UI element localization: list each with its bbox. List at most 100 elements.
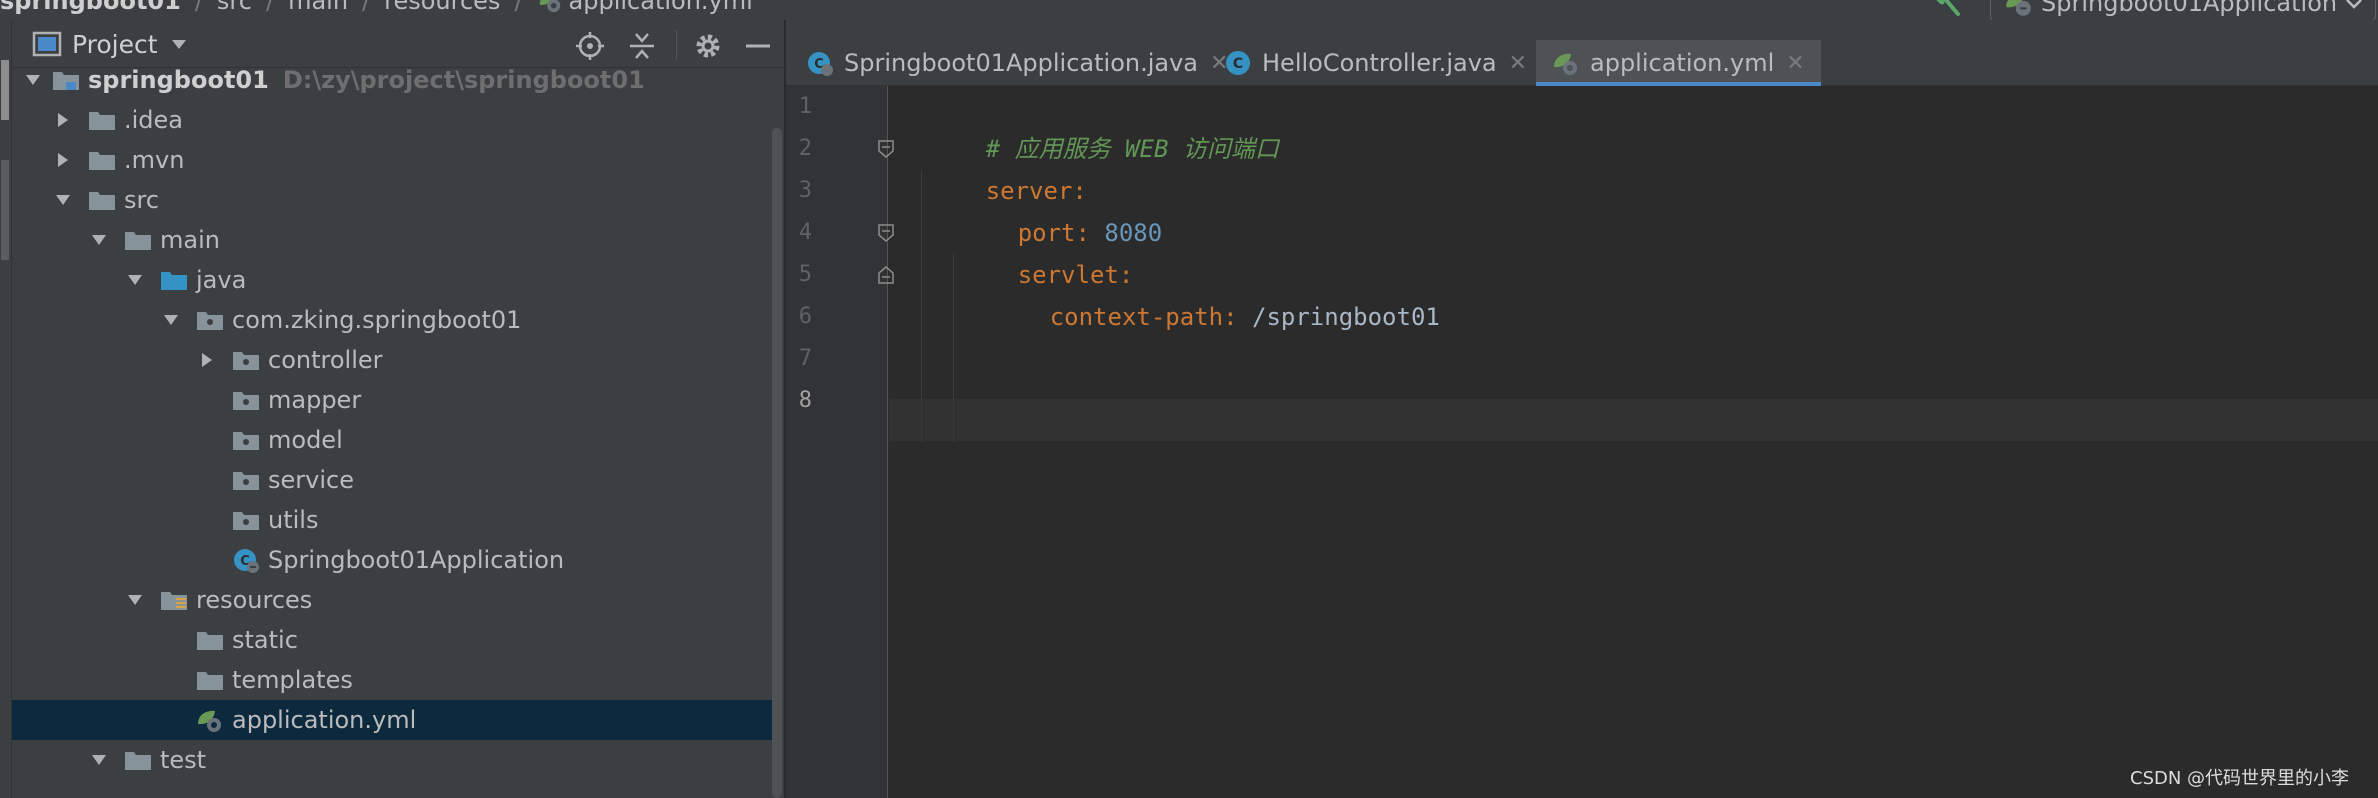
- tree-row-application-class[interactable]: C Springboot01Application: [12, 540, 782, 580]
- folder-icon: [125, 752, 151, 770]
- expanded-arrow-icon[interactable]: [162, 311, 180, 329]
- tree-row-static[interactable]: static: [12, 620, 782, 660]
- expanded-arrow-icon[interactable]: [90, 231, 108, 249]
- breadcrumb-separator: /: [194, 0, 203, 15]
- tree-row-src[interactable]: src: [12, 180, 782, 220]
- tab-label: HelloController.java: [1262, 49, 1497, 77]
- tree-row-main[interactable]: main: [12, 220, 782, 260]
- tree-row-mapper[interactable]: mapper: [12, 380, 782, 420]
- tree-row-templates[interactable]: templates: [12, 660, 782, 700]
- folder-icon: [197, 632, 223, 650]
- build-hammer-icon[interactable]: [1928, 0, 1962, 18]
- line-number: 7: [798, 346, 812, 371]
- watermark: CSDN @代码世界里的小李: [2130, 768, 2350, 789]
- breadcrumb-item-project[interactable]: springboot01: [0, 0, 181, 15]
- hide-panel-icon[interactable]: [742, 30, 774, 62]
- tree-row-test[interactable]: test: [12, 740, 782, 780]
- close-icon[interactable]: ✕: [1786, 51, 1804, 76]
- project-panel-header: Project: [12, 20, 785, 68]
- tree-row-utils[interactable]: utils: [12, 500, 782, 540]
- tab-hello-controller[interactable]: C HelloController.java ✕: [1224, 40, 1541, 86]
- folder-icon: [89, 112, 115, 130]
- editor-tab-bar: C Springboot01Application.java ✕ C Hello…: [786, 20, 2378, 86]
- structure-tool-tab[interactable]: [1, 160, 9, 260]
- package-icon: [233, 392, 259, 410]
- chevron-down-icon: [2346, 0, 2362, 9]
- expanded-arrow-icon[interactable]: [54, 191, 72, 209]
- collapsed-arrow-icon[interactable]: [198, 351, 216, 369]
- project-root-path: D:\zy\project\springboot01: [282, 68, 645, 94]
- line-number-gutter: 1 2 3 4 5 6 7 8: [786, 86, 894, 798]
- package-icon: [233, 512, 259, 530]
- tree-label: test: [160, 746, 207, 774]
- package-icon: [233, 352, 259, 370]
- breadcrumb-item-file[interactable]: application.yml: [569, 0, 753, 15]
- tab-application-yml[interactable]: application.yml ✕: [1536, 40, 1821, 86]
- expanded-arrow-icon[interactable]: [126, 591, 144, 609]
- code-line-3: port: 8080: [931, 170, 1163, 247]
- tree-row-package-root[interactable]: com.zking.springboot01: [12, 300, 782, 340]
- collapsed-arrow-icon[interactable]: [54, 151, 72, 169]
- expanded-arrow-icon[interactable]: [24, 71, 42, 89]
- project-panel-title: Project: [72, 29, 158, 59]
- tree-row-model[interactable]: model: [12, 420, 782, 460]
- project-tool-window: Project springboot01 D:\zy\project\sprin…: [12, 20, 785, 798]
- expanded-arrow-icon[interactable]: [90, 751, 108, 769]
- tree-label: model: [268, 426, 343, 454]
- resources-folder-icon: [161, 592, 187, 610]
- spring-yaml-icon: [539, 0, 560, 13]
- tree-label: resources: [196, 586, 313, 614]
- project-window-icon: [32, 31, 62, 57]
- tree-label: Springboot01Application: [268, 546, 565, 574]
- tree-row-java[interactable]: java: [12, 260, 782, 300]
- tree-row-mvn[interactable]: .mvn: [12, 140, 782, 180]
- gear-icon[interactable]: [692, 30, 724, 62]
- spring-boot-class-icon: C: [808, 52, 833, 76]
- tree-row-service[interactable]: service: [12, 460, 782, 500]
- tree-row-application-yml[interactable]: application.yml: [12, 700, 782, 740]
- locate-file-icon[interactable]: [574, 30, 606, 62]
- line-number: 6: [798, 304, 812, 329]
- project-tree: springboot01 D:\zy\project\springboot01 .…: [12, 68, 785, 798]
- breadcrumb-item-src[interactable]: src: [217, 0, 252, 15]
- module-folder-icon: [53, 72, 79, 90]
- project-root-name: springboot01: [88, 68, 269, 94]
- tab-springboot01-application[interactable]: C Springboot01Application.java ✕: [786, 40, 1242, 86]
- tree-label: .mvn: [124, 146, 185, 174]
- spring-yaml-icon: [1554, 53, 1577, 75]
- close-icon[interactable]: ✕: [1509, 51, 1527, 76]
- breadcrumb-item-main[interactable]: main: [288, 0, 348, 15]
- collapsed-arrow-icon[interactable]: [54, 111, 72, 129]
- current-line-highlight: [889, 399, 2378, 441]
- project-tool-tab[interactable]: [1, 60, 9, 120]
- tree-label: src: [124, 186, 160, 214]
- spring-boot-icon: [2006, 0, 2031, 16]
- expanded-arrow-icon[interactable]: [126, 271, 144, 289]
- tool-window-stripe: [0, 20, 12, 798]
- folder-icon: [197, 672, 223, 690]
- line-number-current: 8: [798, 388, 812, 413]
- tree-row-resources[interactable]: resources: [12, 580, 782, 620]
- svg-text:C: C: [1233, 56, 1243, 72]
- collapse-all-icon[interactable]: [626, 30, 658, 62]
- tree-label: java: [196, 266, 247, 294]
- folder-icon: [125, 232, 151, 250]
- package-icon: [233, 472, 259, 490]
- yaml-key: context-path: [1049, 303, 1224, 331]
- tree-scrollbar[interactable]: [772, 128, 782, 798]
- breadcrumb-item-resources[interactable]: resources: [384, 0, 500, 15]
- code-line-2: server:: [899, 128, 1087, 205]
- tree-row-idea[interactable]: .idea: [12, 100, 782, 140]
- tree-row-project-root[interactable]: springboot01 D:\zy\project\springboot01: [12, 68, 782, 100]
- tree-label: springboot01 D:\zy\project\springboot01: [88, 68, 645, 94]
- project-view-selector[interactable]: Project: [32, 29, 188, 59]
- tab-label: application.yml: [1590, 49, 1775, 77]
- tree-label: mapper: [268, 386, 362, 414]
- code-line-4: servlet:: [931, 212, 1134, 289]
- run-configuration-selector[interactable]: Springboot01Application: [1990, 0, 2376, 20]
- tree-row-controller[interactable]: controller: [12, 340, 782, 380]
- tree-label: static: [232, 626, 298, 654]
- tree-label: application.yml: [232, 706, 417, 734]
- code-editor[interactable]: # 应用服务 WEB 访问端口 server: port: 8080 servl…: [889, 86, 2378, 798]
- line-number: 5: [798, 262, 812, 287]
